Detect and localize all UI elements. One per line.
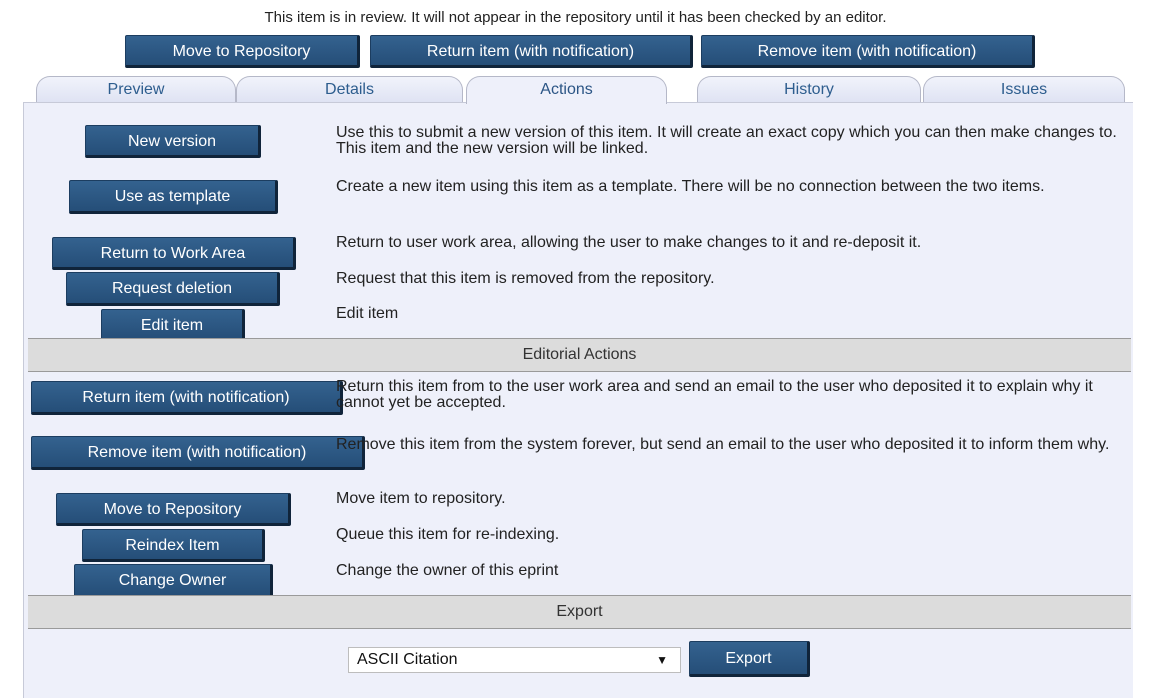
tab-details[interactable]: Details: [236, 76, 463, 102]
top-return-item-label: Return item (with notification): [426, 43, 635, 60]
editorial-actions-header: Editorial Actions: [28, 338, 1131, 372]
tab-actions-label: Actions: [540, 81, 593, 98]
tab-issues[interactable]: Issues: [923, 76, 1125, 102]
editorial-move-to-repository-description: Move item to repository.: [336, 490, 506, 507]
editorial-move-to-repository-button[interactable]: Move to Repository: [56, 493, 291, 526]
export-format-select[interactable]: ASCII Citation ▼: [348, 647, 681, 673]
tab-issues-label: Issues: [1000, 81, 1048, 98]
reindex-item-button[interactable]: Reindex Item: [82, 529, 265, 562]
editorial-remove-item-button[interactable]: Remove item (with notification): [31, 436, 365, 470]
export-format-value: ASCII Citation: [357, 651, 458, 668]
tab-preview[interactable]: Preview: [36, 76, 236, 102]
export-button[interactable]: Export: [689, 641, 810, 677]
top-remove-item-label: Remove item (with notification): [757, 43, 977, 60]
editorial-return-item-label: Return item (with notification): [82, 389, 290, 406]
editorial-return-item-button[interactable]: Return item (with notification): [31, 381, 343, 415]
edit-item-label: Edit item: [140, 317, 204, 334]
editorial-remove-item-description: Remove this item from the system forever…: [336, 436, 1110, 453]
change-owner-button[interactable]: Change Owner: [74, 564, 273, 598]
tab-actions[interactable]: Actions: [466, 76, 667, 104]
tab-history-label: History: [784, 81, 834, 98]
editorial-return-item-description: Return this item from to the user work a…: [336, 378, 1093, 411]
export-button-label: Export: [725, 650, 772, 667]
change-owner-description: Change the owner of this eprint: [336, 562, 559, 579]
top-move-to-repository-button[interactable]: Move to Repository: [125, 35, 360, 68]
new-version-description: Use this to submit a new version of this…: [336, 124, 1117, 157]
edit-item-description: Edit item: [336, 305, 399, 322]
return-to-work-area-button[interactable]: Return to Work Area: [52, 237, 296, 270]
return-to-work-area-label: Return to Work Area: [100, 245, 246, 262]
new-version-label: New version: [127, 133, 217, 150]
review-notice: This item is in review. It will not appe…: [264, 9, 887, 26]
request-deletion-description: Request that this item is removed from t…: [336, 270, 715, 287]
top-return-item-button[interactable]: Return item (with notification): [370, 35, 693, 68]
top-remove-item-button[interactable]: Remove item (with notification): [701, 35, 1035, 68]
request-deletion-button[interactable]: Request deletion: [66, 272, 280, 306]
tab-history[interactable]: History: [697, 76, 921, 102]
change-owner-label: Change Owner: [118, 572, 227, 589]
use-as-template-label: Use as template: [114, 188, 231, 205]
editorial-move-to-repository-label: Move to Repository: [103, 501, 242, 518]
tab-details-label: Details: [325, 81, 374, 98]
dropdown-arrow-icon: ▼: [656, 653, 668, 667]
tab-preview-label: Preview: [107, 81, 165, 98]
use-as-template-description: Create a new item using this item as a t…: [336, 178, 1045, 195]
editorial-remove-item-label: Remove item (with notification): [87, 444, 307, 461]
reindex-item-label: Reindex Item: [125, 537, 220, 554]
use-as-template-button[interactable]: Use as template: [69, 180, 278, 214]
top-move-to-repository-label: Move to Repository: [172, 43, 311, 60]
return-to-work-area-description: Return to user work area, allowing the u…: [336, 234, 922, 251]
reindex-item-description: Queue this item for re-indexing.: [336, 526, 560, 543]
export-header: Export: [28, 595, 1131, 629]
new-version-button[interactable]: New version: [85, 125, 261, 158]
request-deletion-label: Request deletion: [111, 280, 233, 297]
